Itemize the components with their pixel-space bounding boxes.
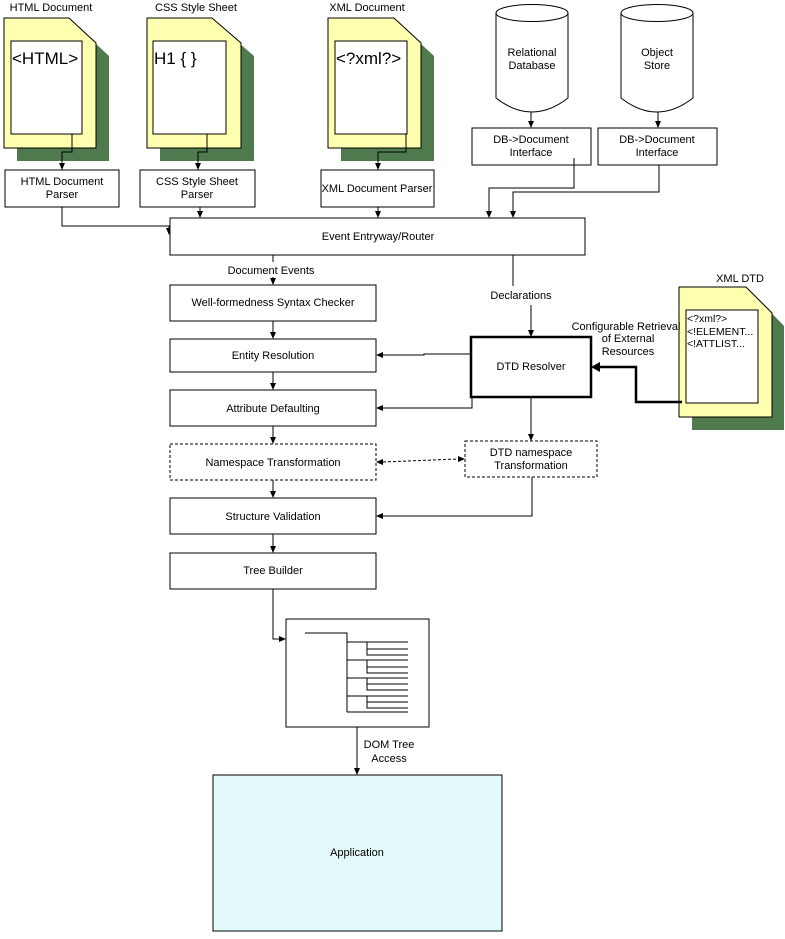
dtd-namespace-label-line1: DTD namespace — [490, 447, 573, 459]
xml-dtd-content-line1: <?xml?> — [687, 313, 727, 325]
arrow-head — [279, 636, 286, 642]
pipeline-step-label: Entity Resolution — [232, 350, 315, 362]
xml-dtd-content-line2: <!ELEMENT... — [687, 326, 753, 338]
arrow-head — [510, 211, 516, 218]
db-document-interface-1: DB->Document Interface — [471, 127, 592, 166]
xml-document-content: <?xml?> — [336, 49, 401, 68]
pipeline-step-namespace-transformation: Namespace Transformation — [169, 443, 377, 481]
xml-dtd-source: XML DTD <?xml?> <!ELEMENT... <!ATTLIST..… — [678, 273, 784, 430]
db-interface-label-line1: DB->Document — [493, 134, 569, 146]
object-store-label-line1: Object — [641, 47, 673, 59]
html-parser-label-line1: HTML Document — [21, 176, 104, 188]
html-parser-to-router-connector — [61, 207, 170, 229]
arrow-head — [458, 456, 465, 462]
tree-builder-to-tree-connector — [272, 589, 280, 640]
dtd-to-attribute-defaulting-connector — [382, 397, 473, 409]
db-document-interface-2: DB->Document Interface — [597, 127, 718, 166]
declarations-label: Declarations — [490, 290, 552, 302]
css-stylesheet-source: CSS Style Sheet H1 { } — [146, 2, 254, 170]
external-retrieval-label-line1: Configurable Retrieval — [572, 321, 681, 333]
arrow-head — [270, 491, 276, 498]
css-stylesheet-content: H1 { } — [154, 49, 197, 68]
arrow-head — [376, 513, 383, 519]
object-store: Object Store — [620, 4, 694, 128]
arrow-head — [528, 434, 534, 441]
pipeline-step-attribute-defaulting: Attribute Defaulting — [169, 389, 377, 427]
pipeline-step-label: Structure Validation — [225, 511, 320, 523]
dtd-resolver: DTD Resolver — [469, 335, 593, 399]
css-parser-label-line2: Parser — [181, 189, 214, 201]
html-document-source: HTML Document <HTML> — [3, 2, 109, 170]
xml-document-label: XML Document — [329, 2, 404, 14]
dom-access-label-line2: Access — [371, 753, 407, 765]
application-label: Application — [330, 847, 384, 859]
pipeline-step-label: Tree Builder — [243, 565, 303, 577]
arrow-head — [270, 437, 276, 444]
arrow-head — [197, 211, 203, 218]
dtd-namespace-label-line2: Transformation — [494, 460, 568, 472]
db-interface-1-to-router-connector — [488, 158, 575, 212]
pipeline-step-tree-builder: Tree Builder — [169, 552, 377, 590]
html-document-label: HTML Document — [10, 2, 93, 14]
arrow-head — [270, 332, 276, 339]
relational-database-label-line2: Database — [508, 60, 555, 72]
html-document-parser: HTML Document Parser — [4, 169, 120, 208]
pipeline-step-label: Attribute Defaulting — [226, 403, 320, 415]
arrow-head — [354, 768, 360, 775]
arrow-head — [591, 362, 600, 372]
application: Application — [212, 774, 503, 932]
document-events-label: Document Events — [228, 265, 315, 277]
object-store-label-line2: Store — [644, 60, 670, 72]
router-label: Event Entryway/Router — [322, 231, 435, 243]
arrow-head — [375, 211, 381, 218]
database-cylinder-top — [620, 4, 694, 22]
css-stylesheet-parser: CSS Style Sheet Parser — [139, 169, 256, 208]
html-document-content: <HTML> — [12, 49, 78, 68]
xml-parser-label: XML Document Parser — [322, 183, 433, 195]
dtd-resolver-label: DTD Resolver — [496, 361, 565, 373]
external-retrieval-label-line2: of External — [602, 333, 655, 345]
html-parser-label-line2: Parser — [46, 189, 79, 201]
dtd-namespace-to-structure-validation-connector — [382, 477, 533, 517]
pipeline-step-label: Well-formedness Syntax Checker — [191, 297, 354, 309]
arrow-head — [376, 459, 383, 465]
database-cylinder-top — [495, 4, 569, 22]
event-entryway-router: Event Entryway/Router — [169, 217, 586, 256]
pipeline-step-structure-validation: Structure Validation — [169, 497, 377, 535]
dom-access-label-line1: DOM Tree — [364, 739, 415, 751]
arrow-head — [655, 121, 661, 128]
dom-tree-icon — [285, 618, 430, 728]
dtd-namespace-transformation: DTD namespace Transformation — [464, 440, 598, 478]
relational-database-label-line1: Relational — [508, 47, 557, 59]
xml-document-source: XML Document <?xml?> — [327, 2, 434, 170]
xml-processing-architecture-diagram: HTML Document <HTML> CSS Style Sheet H1 … — [3, 2, 784, 932]
pipeline-step-label: Namespace Transformation — [205, 457, 340, 469]
dtd-to-entity-resolution-connector — [382, 353, 471, 356]
namespace-bidirectional-dashed-connector — [382, 458, 459, 463]
arrow-head — [528, 121, 534, 128]
css-parser-label-line1: CSS Style Sheet — [156, 176, 238, 188]
arrow-head — [270, 278, 276, 285]
pipeline-step-wellformedness-checker: Well-formedness Syntax Checker — [169, 284, 377, 322]
arrow-head — [270, 383, 276, 390]
css-stylesheet-label: CSS Style Sheet — [155, 2, 237, 14]
relational-database: Relational Database — [495, 4, 569, 128]
xml-dtd-content-line3: <!ATTLIST... — [687, 338, 745, 350]
db-interface-label-line2: Interface — [510, 147, 553, 159]
arrow-head — [375, 163, 381, 170]
arrow-head — [376, 405, 383, 411]
xml-document-parser: XML Document Parser — [320, 169, 435, 208]
xml-dtd-label: XML DTD — [716, 273, 764, 285]
arrow-head — [486, 211, 492, 218]
db-interface-label-line2: Interface — [636, 147, 679, 159]
xml-dtd-to-resolver-thick-connector — [599, 365, 682, 404]
arrow-head — [195, 163, 201, 170]
external-retrieval-label-line3: Resources — [602, 346, 655, 358]
arrow-head — [270, 546, 276, 553]
db-interface-label-line1: DB->Document — [619, 134, 695, 146]
arrow-head — [59, 163, 65, 170]
pipeline-step-entity-resolution: Entity Resolution — [169, 338, 377, 373]
arrow-head — [376, 352, 383, 358]
